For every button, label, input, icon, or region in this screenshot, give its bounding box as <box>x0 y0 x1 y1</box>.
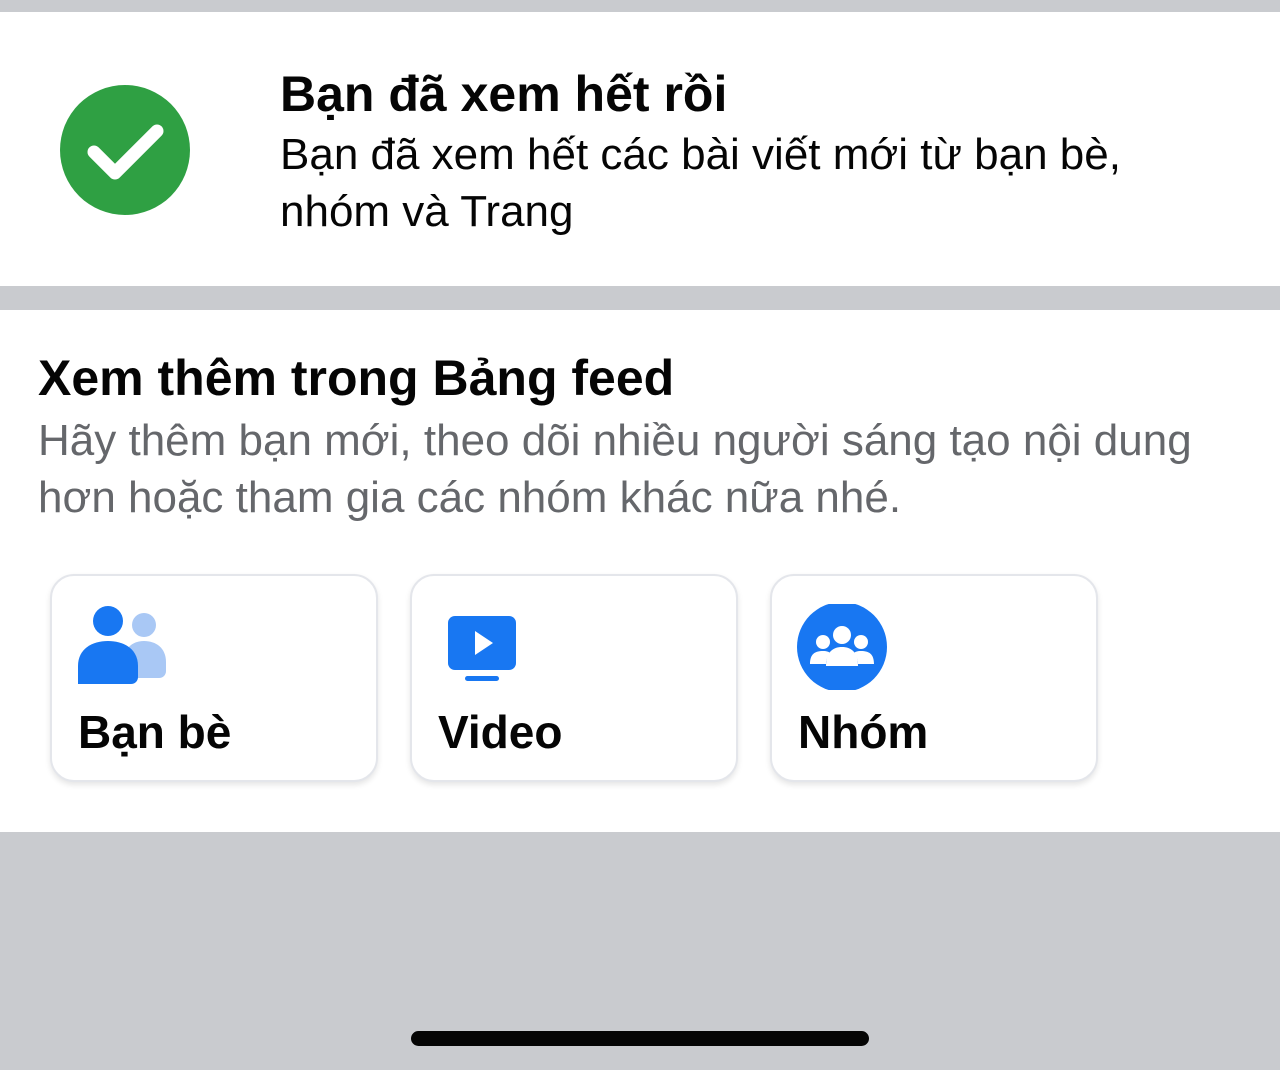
groups-label: Nhóm <box>798 706 929 758</box>
caught-up-card: Bạn đã xem hết rồi Bạn đã xem hết các bà… <box>0 12 1280 286</box>
video-icon <box>434 604 530 690</box>
check-circle-icon <box>60 85 190 215</box>
friends-label: Bạn bè <box>78 706 232 758</box>
caught-up-subtitle: Bạn đã xem hết các bài viết mới từ bạn b… <box>280 130 1121 236</box>
video-tile[interactable]: Video <box>410 574 738 782</box>
friends-tile[interactable]: Bạn bè <box>50 574 378 782</box>
groups-tile[interactable]: Nhóm <box>770 574 1098 782</box>
section-divider <box>0 286 1280 310</box>
home-indicator[interactable] <box>411 1031 869 1046</box>
caught-up-title: Bạn đã xem hết rồi <box>280 66 728 122</box>
top-divider <box>0 0 1280 12</box>
see-more-title: Xem thêm trong Bảng feed <box>38 350 675 406</box>
see-more-subtitle: Hãy thêm bạn mới, theo dõi nhiều người s… <box>38 416 1192 522</box>
video-label: Video <box>438 706 563 758</box>
groups-icon <box>794 602 890 692</box>
see-more-card: Xem thêm trong Bảng feed Hãy thêm bạn mớ… <box>0 310 1280 832</box>
friends-icon <box>74 604 170 690</box>
